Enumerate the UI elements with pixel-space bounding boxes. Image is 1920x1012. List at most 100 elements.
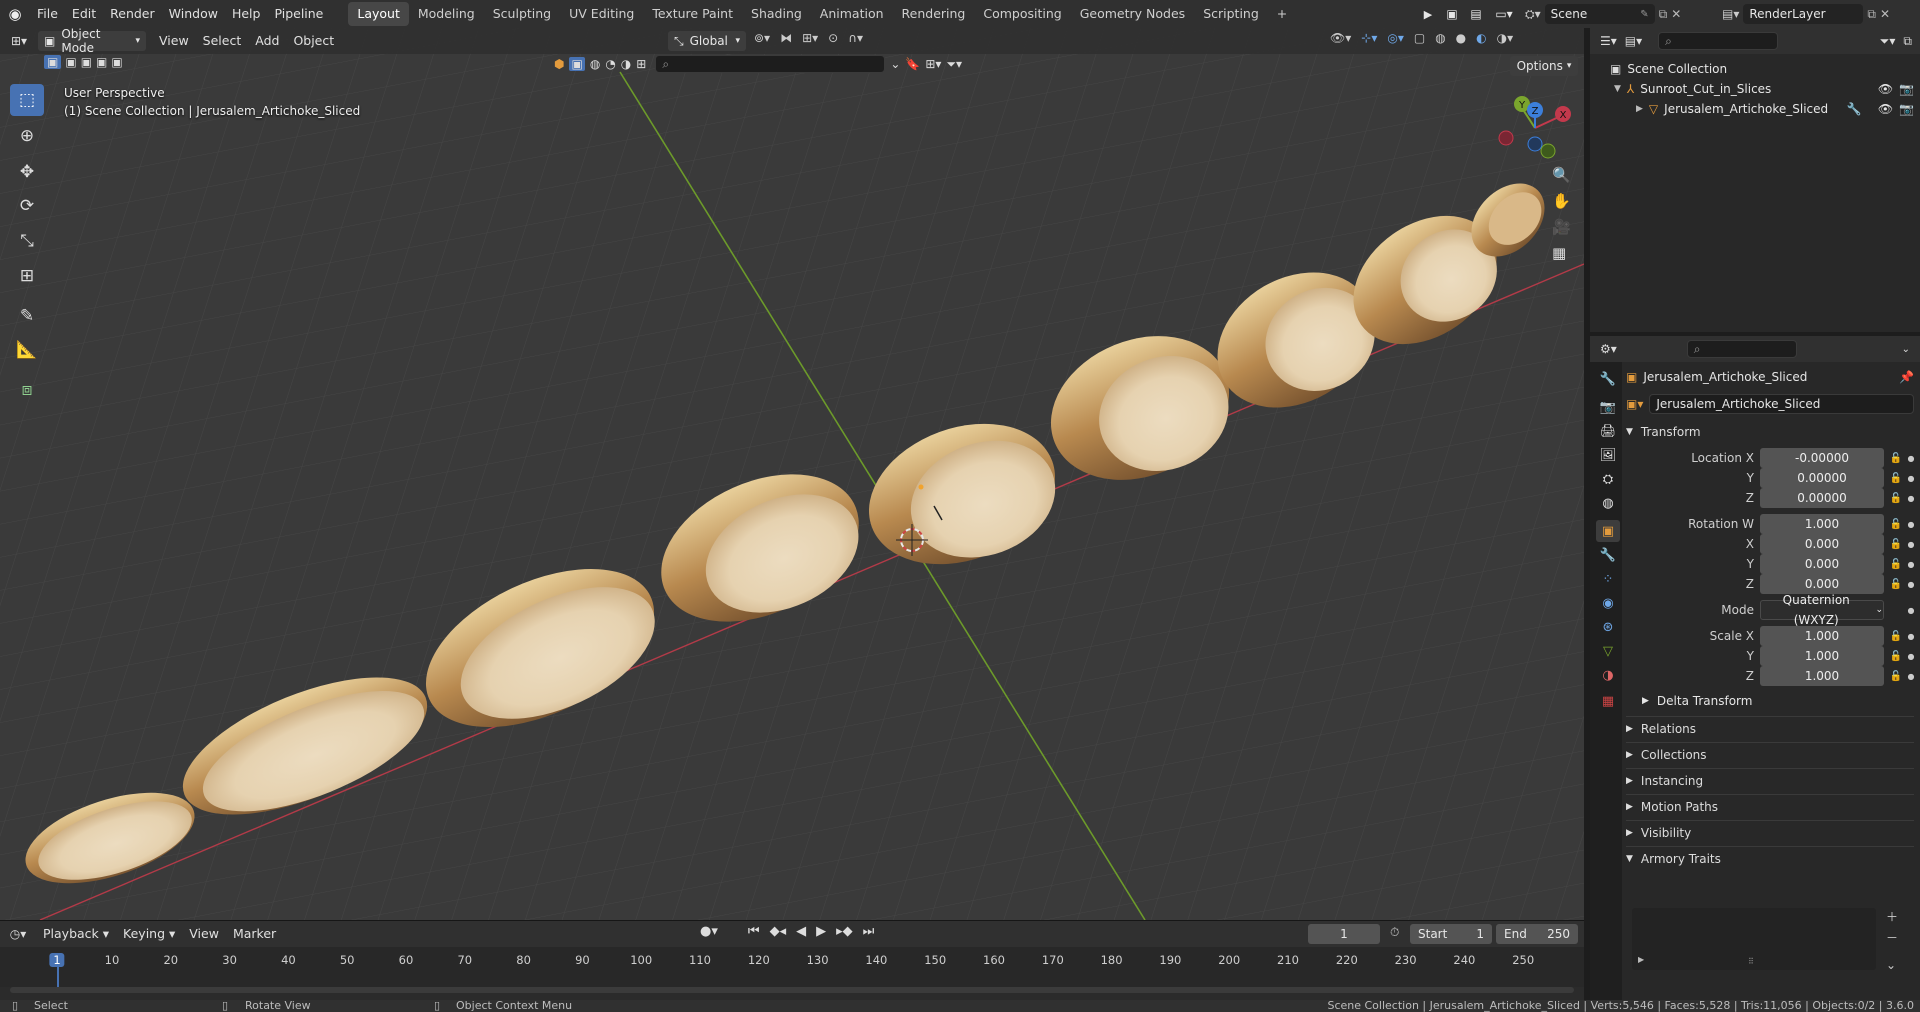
measure-tool[interactable]: 📐	[10, 334, 44, 366]
funnel-dropdown-icon[interactable]: ⌄	[890, 57, 900, 71]
instancing-panel-header[interactable]: ▶ Instancing	[1626, 768, 1914, 792]
play-icon[interactable]: ▶	[816, 924, 826, 939]
view-layer-selector[interactable]: ▤▾ RenderLayer ⧉ ✕	[1722, 3, 1918, 25]
properties-search-input[interactable]: ⌕	[1686, 340, 1797, 358]
chevron-down-icon[interactable]: ⌄	[1902, 344, 1910, 355]
object-browse-icon[interactable]: ▣▾	[1626, 397, 1643, 411]
menu-object[interactable]: Object	[286, 28, 341, 54]
remove-trait-icon[interactable]: －	[1886, 929, 1898, 946]
scene-name[interactable]: Scene	[1551, 7, 1588, 21]
keyframe-dot-icon[interactable]: ●	[1906, 494, 1916, 503]
visibility-icon[interactable]: 👁▾	[1330, 31, 1351, 45]
new-view-layer-icon[interactable]: ⧉	[1867, 7, 1876, 22]
keyframe-dot-icon[interactable]: ●	[1906, 560, 1916, 569]
keyframe-dot-icon[interactable]: ●	[1906, 580, 1916, 589]
lock-icon[interactable]: 🔓	[1889, 539, 1903, 550]
rotation-x-field[interactable]: 0.000	[1760, 534, 1884, 554]
solid-shading-icon[interactable]: ●	[1456, 31, 1466, 45]
display-mode-icon[interactable]: ▤▾	[1625, 34, 1642, 48]
end-frame-field[interactable]: End 250	[1496, 924, 1578, 944]
delta-transform-subpanel[interactable]: ▶ Delta Transform	[1642, 694, 1752, 708]
scale-y-field[interactable]: 1.000	[1760, 646, 1884, 666]
lock-icon[interactable]: 🔓	[1889, 671, 1903, 682]
delete-view-layer-icon[interactable]: ✕	[1880, 7, 1890, 21]
lock-icon[interactable]: 🔓	[1889, 473, 1903, 484]
lock-icon[interactable]: 🔓	[1889, 493, 1903, 504]
filter-light-icon[interactable]: ◔	[605, 57, 615, 71]
tool-tab-icon[interactable]: 🔧	[1596, 368, 1620, 390]
keyframe-dot-icon[interactable]: ●	[1906, 454, 1916, 463]
scale-tool[interactable]: ⤡	[10, 225, 44, 257]
new-scene-icon[interactable]: ⧉	[1659, 7, 1668, 22]
lock-icon[interactable]: 🔓	[1889, 519, 1903, 530]
view-layer-tab-icon[interactable]: 🖼	[1596, 444, 1620, 466]
menu-pipeline[interactable]: Pipeline	[267, 0, 330, 28]
camera-icon[interactable]: 📷	[1899, 102, 1914, 116]
tab-scripting[interactable]: Scripting	[1194, 2, 1268, 26]
lock-icon[interactable]: 🔓	[1889, 453, 1903, 464]
stopwatch-icon[interactable]: ⏱	[1390, 925, 1399, 940]
menu-keying[interactable]: Keying ▾	[116, 921, 182, 947]
menu-select[interactable]: Select	[196, 28, 249, 54]
menu-playback[interactable]: Playback ▾	[36, 921, 116, 947]
menu-edit[interactable]: Edit	[65, 0, 103, 28]
select-subtract-icon[interactable]: ▣	[81, 55, 92, 69]
lock-icon[interactable]: 🔓	[1889, 651, 1903, 662]
editor-type-icon[interactable]: ⊞▾	[0, 34, 38, 48]
tab-modeling[interactable]: Modeling	[409, 2, 484, 26]
eye-icon[interactable]: 👁	[1878, 102, 1893, 116]
outliner-row-object[interactable]: ▶ ▽ Jerusalem_Artichoke_Sliced 🔧 👁 📷	[1636, 102, 1914, 116]
render-tab-icon[interactable]: 📷	[1596, 396, 1620, 418]
snap-target-icon[interactable]: ⊞▾	[802, 31, 818, 45]
armory-traits-panel-header[interactable]: ▼ Armory Traits	[1626, 846, 1914, 870]
keyframe-dot-icon[interactable]: ●	[1906, 632, 1916, 641]
lock-icon[interactable]: 🔓	[1889, 631, 1903, 642]
properties-editor-type-icon[interactable]: ⚙▾	[1600, 342, 1617, 356]
render-anim-icon[interactable]: ▤	[1466, 4, 1486, 24]
viewport-canvas[interactable]: Y Z X	[0, 28, 1584, 920]
keyframe-dot-icon[interactable]: ●	[1906, 606, 1916, 615]
relations-panel-header[interactable]: ▶ Relations	[1626, 716, 1914, 740]
gizmo-icon[interactable]: ⊹▾	[1361, 31, 1377, 45]
object-tab-icon[interactable]: ▣	[1596, 520, 1620, 542]
folder-icon[interactable]: ▭▾	[1490, 4, 1518, 24]
filter-empty-icon[interactable]: ⊞	[636, 57, 646, 71]
menu-marker[interactable]: Marker	[226, 921, 283, 947]
auto-key-icon[interactable]: ●▾	[700, 924, 718, 939]
timeline-scrollbar[interactable]	[10, 987, 1574, 993]
texture-tab-icon[interactable]: ▦	[1596, 690, 1620, 712]
location-z-field[interactable]: 0.00000	[1760, 488, 1884, 508]
pin-icon[interactable]: 📌	[1899, 370, 1914, 384]
tab-texture-paint[interactable]: Texture Paint	[643, 2, 742, 26]
location-y-field[interactable]: 0.00000	[1760, 468, 1884, 488]
scene-selector[interactable]: ⛭▾ Scene ✎ ⧉ ✕	[1525, 3, 1705, 25]
outliner-row-scene-collection[interactable]: ▣ Scene Collection	[1610, 62, 1727, 76]
outliner-search-input[interactable]: ⌕	[1658, 32, 1779, 50]
cursor-tool[interactable]: ⊕	[10, 120, 44, 152]
eye-icon[interactable]: 👁	[1878, 82, 1893, 96]
scale-x-field[interactable]: 1.000	[1760, 626, 1884, 646]
layout-icon[interactable]: ⊞▾	[925, 57, 941, 71]
blender-logo-icon[interactable]: ◉	[0, 5, 30, 23]
snap-icon[interactable]: ⧓	[780, 31, 792, 45]
resize-grip-icon[interactable]: ⠿	[1748, 957, 1754, 966]
viewport-search-input[interactable]: ⌕	[655, 55, 886, 73]
transform-panel-header[interactable]: ▼ Transform	[1626, 420, 1914, 444]
rotation-w-field[interactable]: 1.000	[1760, 514, 1884, 534]
transform-tool[interactable]: ⊞	[10, 260, 44, 292]
prev-keyframe-icon[interactable]: ◆◂	[770, 924, 787, 939]
particles-tab-icon[interactable]: ⁘	[1596, 568, 1620, 590]
constraints-tab-icon[interactable]: ⊛	[1596, 616, 1620, 638]
bookmark-icon[interactable]: 🔖	[905, 57, 920, 71]
keyframe-dot-icon[interactable]: ●	[1906, 672, 1916, 681]
camera-icon[interactable]: 📷	[1899, 82, 1914, 96]
menu-render[interactable]: Render	[103, 0, 162, 28]
tab-compositing[interactable]: Compositing	[974, 2, 1070, 26]
playhead-line[interactable]	[57, 967, 59, 987]
play-reverse-icon[interactable]: ◀	[796, 924, 806, 939]
filter-icon[interactable]: ⏷▾	[946, 57, 962, 72]
filter-all-icon[interactable]: ⬢	[554, 57, 564, 71]
keyframe-dot-icon[interactable]: ●	[1906, 474, 1916, 483]
current-frame-field[interactable]: 1	[1308, 924, 1380, 944]
tab-layout[interactable]: Layout	[348, 2, 409, 26]
